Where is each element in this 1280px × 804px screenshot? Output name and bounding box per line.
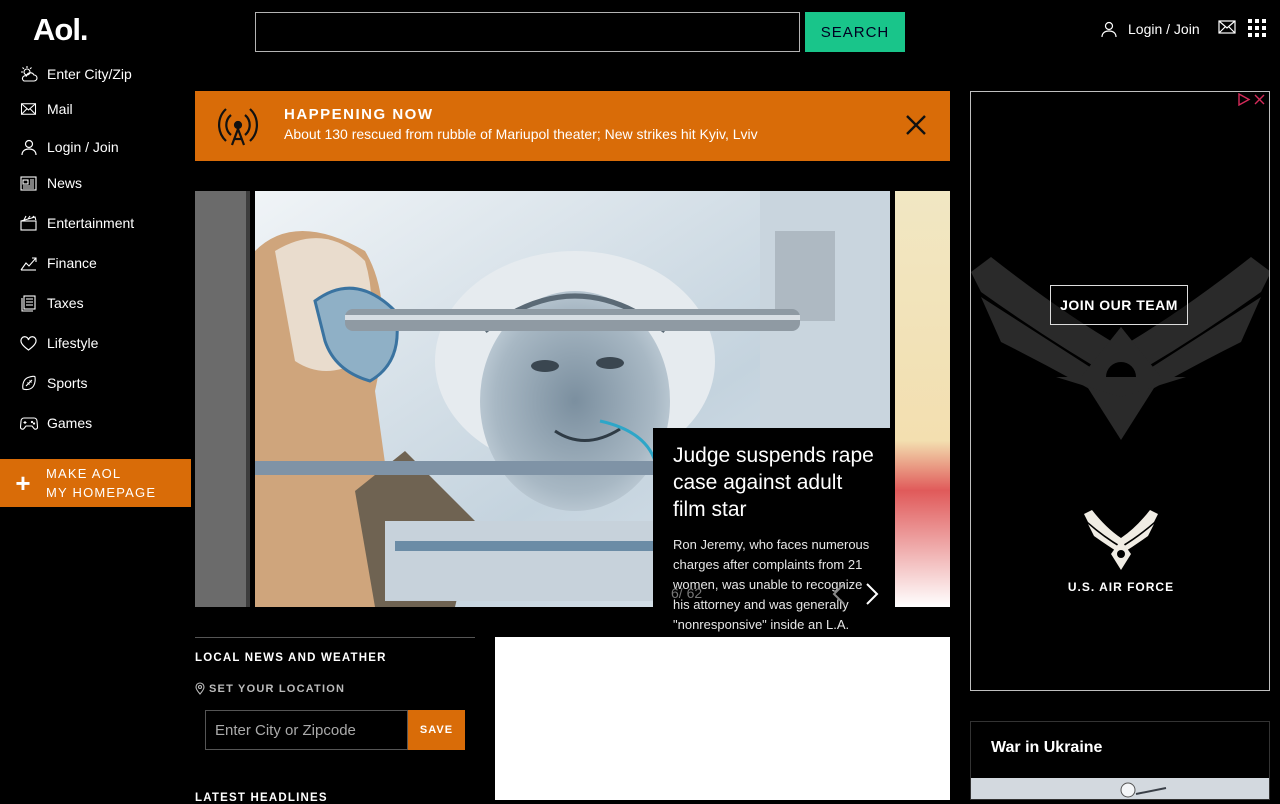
sidebar-item-taxes[interactable]: Taxes [19, 292, 84, 314]
header-login-link[interactable]: Login / Join [1100, 18, 1200, 40]
sidebar-item-entertainment[interactable]: Entertainment [19, 212, 134, 234]
football-icon [19, 374, 38, 393]
make-homepage-line2: MY HOMEPAGE [46, 485, 157, 500]
content-panel [495, 637, 950, 800]
plus-icon: + [15, 467, 31, 498]
heart-icon [19, 334, 38, 353]
chevron-right-icon[interactable] [865, 582, 879, 606]
war-in-ukraine-title[interactable]: War in Ukraine [991, 739, 1102, 757]
sidebar-item-label: News [47, 175, 83, 191]
gamepad-icon [19, 414, 38, 433]
apps-grid-icon[interactable] [1248, 19, 1266, 37]
ad-choices[interactable] [1237, 93, 1266, 106]
chart-icon [19, 254, 38, 273]
chevron-left-icon[interactable] [832, 582, 846, 606]
city-zip-input[interactable] [205, 710, 408, 750]
user-icon [19, 138, 38, 157]
war-in-ukraine-module[interactable]: War in Ukraine [970, 721, 1270, 800]
close-ad-icon[interactable] [1253, 93, 1266, 106]
make-homepage-button[interactable]: + MAKE AOL MY HOMEPAGE [0, 459, 191, 507]
sidebar-item-login[interactable]: Login / Join [19, 136, 119, 158]
join-our-team-button[interactable]: JOIN OUR TEAM [1050, 285, 1188, 325]
sidebar-item-games[interactable]: Games [19, 412, 92, 434]
tax-document-icon [19, 294, 38, 313]
aol-logo[interactable]: Aol. [33, 12, 89, 48]
sidebar-item-label: Taxes [47, 295, 84, 311]
sidebar-item-lifestyle[interactable]: Lifestyle [19, 332, 98, 354]
sidebar-item-label: Sports [47, 375, 88, 391]
happening-now-title: HAPPENING NOW [284, 106, 434, 123]
slide-counter: 6/ 62 [671, 585, 703, 601]
search-button[interactable]: SEARCH [805, 12, 905, 52]
war-thumbnail[interactable] [971, 778, 1269, 799]
set-location-label: SET YOUR LOCATION [209, 682, 346, 695]
header-login-label: Login / Join [1128, 21, 1200, 37]
sidebar-item-label: Login / Join [47, 139, 119, 155]
make-homepage-line1: MAKE AOL [46, 466, 122, 481]
save-location-button[interactable]: SAVE [408, 710, 465, 750]
happening-now-banner[interactable]: HAPPENING NOW About 130 rescued from rub… [195, 91, 950, 161]
next-slide-preview[interactable] [895, 191, 950, 607]
ad-brand-text: U.S. AIR FORCE [1067, 580, 1175, 594]
weather-icon [19, 65, 38, 84]
search-input[interactable] [255, 12, 800, 52]
slide-title[interactable]: Judge suspends rape case against adult f… [673, 442, 875, 523]
location-pin-icon [195, 682, 205, 695]
set-location-link[interactable]: SET YOUR LOCATION [195, 682, 345, 695]
sidebar-item-mail[interactable]: Mail [19, 98, 73, 120]
happening-now-headline[interactable]: About 130 rescued from rubble of Mariupo… [284, 126, 758, 142]
sidebar-item-news[interactable]: News [19, 172, 82, 194]
latest-headlines-title: LATEST HEADLINES [195, 792, 328, 804]
sidebar-item-label: Lifestyle [47, 335, 99, 351]
user-icon [1100, 20, 1118, 38]
local-news-title: LOCAL NEWS AND WEATHER [195, 652, 387, 664]
sidebar-item-label: Entertainment [47, 215, 135, 231]
sidebar-item-finance[interactable]: Finance [19, 252, 97, 274]
clapperboard-icon [19, 214, 38, 233]
sidebar-item-label: Enter City/Zip [47, 66, 132, 82]
previous-slide-preview[interactable] [195, 191, 250, 607]
advertisement[interactable]: JOIN OUR TEAM U.S. AIR FORCE [970, 91, 1270, 691]
news-icon [19, 174, 38, 193]
broadcast-icon [212, 103, 264, 147]
slide-caption[interactable]: Judge suspends rape case against adult f… [653, 428, 895, 636]
sidebar-item-sports[interactable]: Sports [19, 372, 87, 394]
sidebar-item-label: Finance [47, 255, 97, 271]
sidebar-item-label: Mail [47, 101, 73, 117]
sidebar-item-weather[interactable]: Enter City/Zip [19, 63, 132, 85]
adchoices-icon[interactable] [1237, 93, 1251, 106]
mail-icon [19, 100, 38, 119]
divider [195, 637, 475, 638]
close-icon[interactable] [904, 113, 928, 137]
sidebar-item-label: Games [47, 415, 93, 431]
mail-icon[interactable] [1218, 19, 1236, 35]
